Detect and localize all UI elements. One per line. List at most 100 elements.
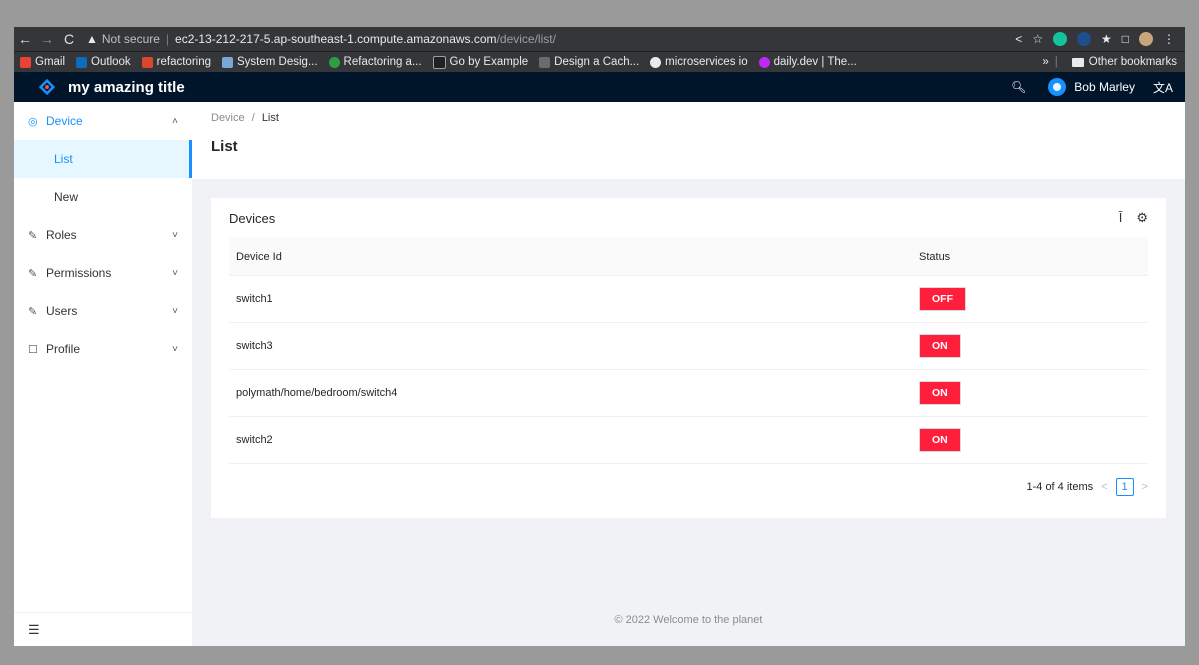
refactoring-icon [141, 56, 153, 68]
puzzle-icon[interactable]: ★ [1101, 32, 1112, 46]
bookmark-gmail[interactable]: Gmail [20, 56, 65, 68]
url-path: /device/list/ [496, 32, 556, 46]
device-id-cell: switch3 [229, 322, 912, 370]
card-title: Devices [229, 210, 276, 226]
sidebar-item-device[interactable]: ◎ Device ˄ [14, 102, 192, 140]
url-host: ec2-13-212-217-5.ap-southeast-1.compute.… [175, 32, 497, 46]
breadcrumb-separator: / [251, 112, 255, 124]
browser-toolbar-right: < ☆ ★ □ ⋮ [1015, 32, 1185, 46]
sidebar-item-permissions[interactable]: ✎ Permissions ˅ [14, 254, 192, 292]
app-title: my amazing title [68, 78, 185, 96]
chevron-down-icon: ˅ [172, 267, 178, 279]
n-icon [328, 56, 340, 68]
sidebar-item-users[interactable]: ✎ Users ˅ [14, 292, 192, 330]
bookmark-microservices[interactable]: microservices io [650, 56, 748, 68]
next-page-icon[interactable]: > [1142, 481, 1148, 493]
sidebar-item-label: List [54, 152, 73, 166]
star-icon[interactable]: ☆ [1032, 32, 1043, 46]
copyright-icon: © [614, 614, 623, 626]
bookmark-daily-dev[interactable]: daily.dev | The... [758, 56, 857, 68]
bookmark-go-by-example[interactable]: Go by Example [432, 55, 528, 69]
page-header: Device / List List [192, 102, 1185, 179]
avatar[interactable] [1048, 78, 1067, 96]
sidebar-item-profile[interactable]: ☐ Profile ˅ [14, 330, 192, 368]
language-icon[interactable]: 文A [1153, 79, 1173, 96]
status-badge[interactable]: OFF [919, 287, 966, 311]
url-separator: | [165, 32, 170, 46]
breadcrumb-device[interactable]: Device [211, 112, 245, 124]
outlook-icon [76, 56, 88, 68]
status-cell: ON [912, 369, 1148, 417]
table-row: switch2 ON [229, 416, 1148, 464]
back-icon[interactable]: ← [14, 31, 36, 47]
bookmark-system-design[interactable]: System Desig... [222, 56, 318, 68]
table-header-row: Device Id Status [229, 238, 1148, 276]
profile-avatar-icon[interactable] [1139, 32, 1153, 46]
chevron-down-icon: ˅ [172, 305, 178, 317]
sidebar-item-roles[interactable]: ✎ Roles ˅ [14, 216, 192, 254]
browser-window: ← → C ▲ Not secure | ec2-13-212-217-5.ap… [14, 27, 1185, 646]
status-badge[interactable]: ON [919, 381, 961, 405]
user-name[interactable]: Bob Marley [1074, 80, 1135, 94]
collapse-sidebar-button[interactable]: ☰ [14, 612, 192, 646]
bookmark-label: Gmail [35, 56, 66, 68]
status-cell: ON [912, 416, 1148, 464]
app-header: my amazing title 🔍︎ Bob Marley 文A [14, 72, 1185, 102]
settings-icon[interactable]: ⚙ [1136, 210, 1148, 226]
chevron-down-icon: ˅ [172, 343, 178, 355]
gmail-icon [20, 56, 31, 68]
bookmark-label: Refactoring a... [343, 56, 422, 68]
status-cell: ON [912, 322, 1148, 370]
bookmark-refactoring[interactable]: refactoring [141, 56, 212, 68]
kebab-menu-icon[interactable]: ⋮ [1163, 32, 1175, 46]
dashboard-icon: ◎ [28, 115, 38, 128]
bookmark-label: refactoring [156, 56, 212, 68]
status-badge[interactable]: ON [919, 428, 961, 452]
more-bookmarks-button[interactable]: » [1042, 56, 1048, 68]
sidebar-item-label: Roles [46, 228, 77, 242]
main-content: Device / List List Devices Ī ⚙ Device Id… [192, 102, 1185, 646]
status-cell: OFF [912, 275, 1148, 323]
page-title: List [211, 138, 238, 155]
sidebar-item-label: Profile [46, 342, 81, 356]
footer: © 2022 Welcome to the planet [192, 605, 1185, 646]
header-actions: 🔍︎ Bob Marley 文A [1011, 78, 1185, 96]
status-badge[interactable]: ON [919, 334, 961, 358]
bookmark-outlook[interactable]: Outlook [76, 56, 131, 68]
search-icon[interactable]: 🔍︎ [1011, 80, 1026, 94]
grammarly-extension-icon[interactable] [1052, 32, 1067, 46]
breadcrumb-current: List [261, 112, 279, 124]
not-secure-label: Not secure [101, 32, 160, 46]
bookmark-refactoring-a[interactable]: Refactoring a... [328, 56, 422, 68]
folder-icon [1071, 57, 1084, 67]
devices-table: Device Id Status switch1 OFF switch3 ON [229, 238, 1148, 464]
bookmark-design-a-cache[interactable]: Design a Cach... [539, 56, 639, 68]
globe-icon [650, 56, 662, 68]
page-number-button[interactable]: 1 [1115, 478, 1134, 496]
edit-icon: ✎ [28, 229, 38, 242]
column-header-status: Status [912, 238, 1148, 276]
prev-page-icon[interactable]: < [1101, 481, 1107, 493]
address-bar: ← → C ▲ Not secure | ec2-13-212-217-5.ap… [14, 27, 1185, 51]
url-field[interactable]: ▲ Not secure | ec2-13-212-217-5.ap-south… [86, 32, 556, 46]
footer-text: 2022 Welcome to the planet [625, 614, 763, 626]
device-id-cell: polymath/home/bedroom/switch4 [229, 369, 912, 417]
share-icon[interactable]: < [1015, 32, 1022, 46]
table-row: polymath/home/bedroom/switch4 ON [229, 369, 1148, 417]
sidebar-item-new[interactable]: New [14, 178, 192, 216]
sidebar: ◎ Device ˄ List New ✎ Roles ˅ ✎ Permissi… [14, 102, 192, 646]
other-bookmarks[interactable]: Other bookmarks [1089, 56, 1177, 68]
sidepanel-icon[interactable]: □ [1122, 32, 1129, 46]
pagination: 1-4 of 4 items < 1 > [229, 464, 1148, 510]
sidebar-item-label: Users [46, 304, 78, 318]
forward-icon[interactable]: → [36, 31, 58, 47]
bookmark-label: Design a Cach... [554, 56, 640, 68]
sidebar-item-label: New [54, 190, 79, 204]
app-body: ◎ Device ˄ List New ✎ Roles ˅ ✎ Permissi… [14, 102, 1185, 646]
column-height-icon[interactable]: Ī [1119, 210, 1123, 226]
extension-icon[interactable] [1076, 32, 1091, 46]
reload-icon[interactable]: C [58, 31, 80, 47]
sidebar-item-label: Device [46, 114, 83, 128]
device-id-cell: switch1 [229, 275, 912, 323]
sidebar-item-list[interactable]: List [14, 140, 192, 178]
